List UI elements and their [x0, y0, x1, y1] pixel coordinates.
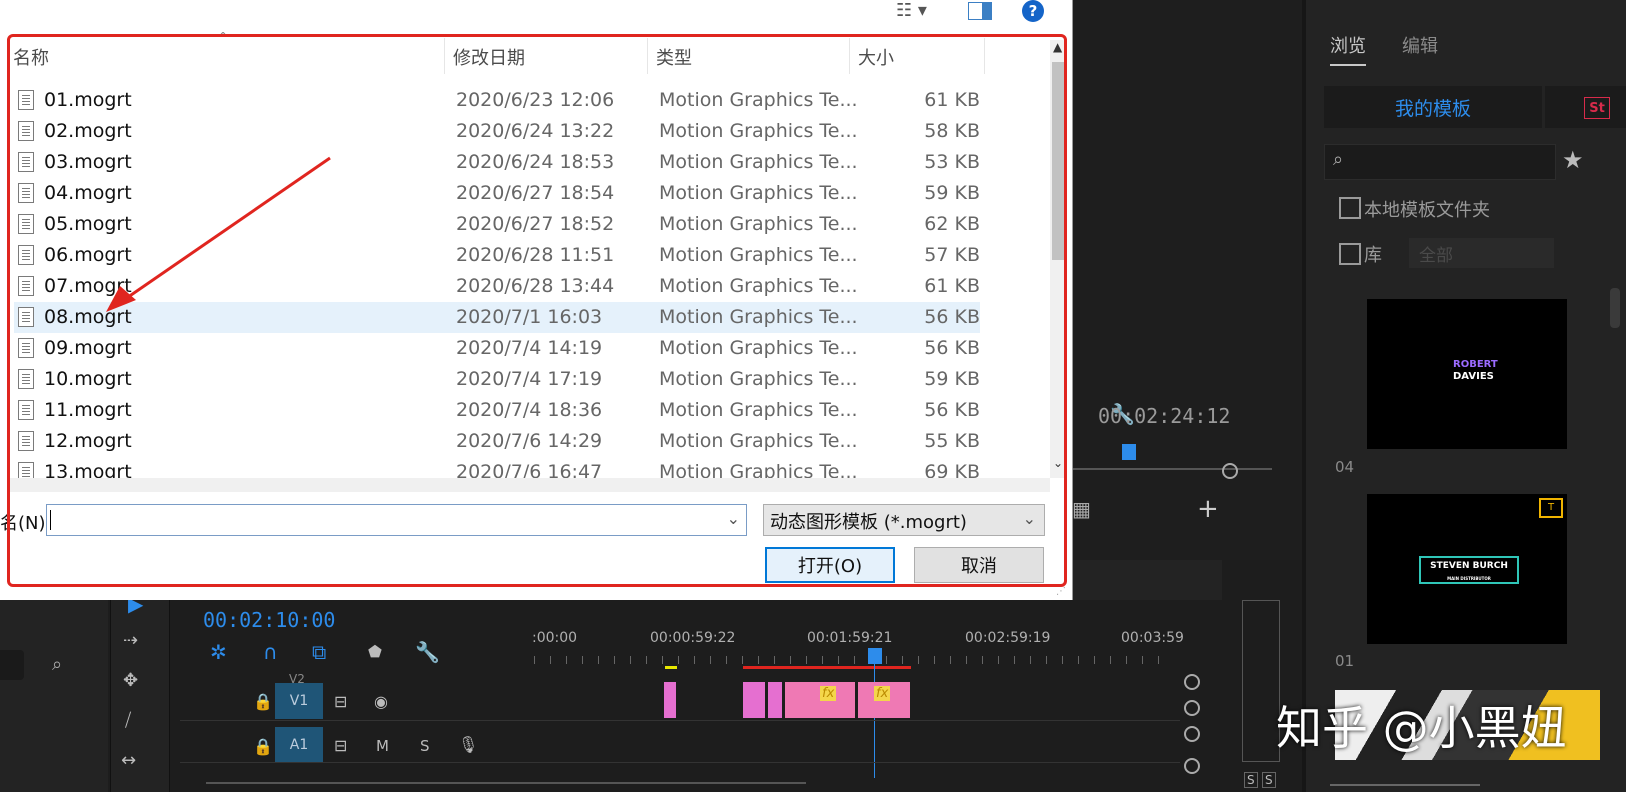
project-search-input[interactable] [0, 650, 24, 680]
video-clip[interactable] [743, 682, 765, 718]
arrow-shaft [117, 156, 331, 306]
template-search-input[interactable]: ⌕ [1324, 144, 1556, 180]
tools-panel: ▶ ⇢ ✥ ⧸ ↔ [110, 592, 170, 792]
library-checkbox[interactable] [1339, 243, 1361, 265]
search-icon: ⌕ [1333, 149, 1344, 170]
timeline-panel [0, 600, 1302, 792]
linked-selection-icon[interactable]: ⧉ [312, 640, 326, 664]
work-area-bar[interactable] [743, 666, 911, 669]
solo-button[interactable]: S [420, 737, 430, 755]
track-select-tool-icon[interactable]: ⇢ [123, 630, 138, 651]
playhead[interactable] [868, 648, 882, 664]
track-height-handle[interactable] [1184, 758, 1200, 774]
microphone-icon[interactable]: 🎙 [458, 735, 478, 754]
thumbnail-caption: 04 [1335, 458, 1355, 476]
eye-icon[interactable]: ◉ [374, 692, 388, 711]
video-clip[interactable] [768, 682, 782, 718]
ruler-tick-label: :00:00 [532, 630, 578, 646]
razor-tool-icon[interactable]: ⧸ [125, 710, 131, 731]
track-divider [180, 762, 1180, 763]
ripple-edit-tool-icon[interactable]: ✥ [123, 670, 138, 691]
sync-lock-icon[interactable]: ⊟ [334, 736, 347, 755]
track-target-a1[interactable]: A1 [275, 727, 323, 763]
nest-toggle-icon[interactable]: ✲ [210, 640, 227, 664]
video-clip[interactable] [664, 682, 676, 718]
in-point-marker [665, 666, 677, 669]
playhead-marker[interactable] [1122, 444, 1136, 460]
annotation-arrow [106, 156, 331, 312]
sync-lock-icon[interactable]: ⊟ [334, 692, 347, 711]
library-label: 库 [1364, 245, 1382, 266]
find-icon[interactable]: ⌕ [52, 654, 62, 675]
ruler-tick-label: 00:03:59 [1121, 630, 1184, 646]
fx-badge: fx [820, 686, 837, 701]
warning-text-icon: T [1539, 498, 1563, 518]
fx-badge: fx [874, 686, 891, 701]
project-panel-strip: ⌕ [0, 600, 108, 792]
thumbnail-subtitle: DAVIES [1453, 371, 1494, 382]
time-ruler[interactable] [534, 656, 1174, 664]
timeline-settings-wrench-icon[interactable]: 🔧 [415, 640, 440, 664]
thumbnail-size-slider[interactable] [1330, 784, 1480, 786]
solo-channel-button[interactable]: S [1262, 772, 1276, 788]
library-dropdown[interactable]: 全部 [1409, 238, 1554, 268]
timeline-horizontal-scrollbar[interactable] [206, 782, 806, 784]
local-folder-label: 本地模板文件夹 [1364, 200, 1490, 221]
track-height-handle[interactable] [1184, 726, 1200, 742]
slip-tool-icon[interactable]: ↔ [121, 750, 136, 771]
track-height-handle[interactable] [1184, 700, 1200, 716]
thumbnail-subtitle-text: MAIN DISTRIBUTOR [1447, 576, 1491, 581]
ruler-tick-label: 00:01:59:21 [807, 630, 893, 646]
program-timecode: 00:02:24:12 [1098, 404, 1231, 428]
export-frame-icon[interactable]: ▦ [1072, 497, 1091, 521]
monitor-scrubber[interactable] [1072, 468, 1272, 470]
watermark-text: 知乎 @小黑妞 [1276, 701, 1567, 755]
snap-magnet-icon[interactable]: ∩ [263, 640, 278, 664]
track-height-handle[interactable] [1184, 674, 1200, 690]
meter-bar [1242, 600, 1280, 762]
track-divider [180, 720, 1180, 721]
local-folder-checkbox[interactable] [1339, 197, 1361, 219]
favorites-star-icon[interactable]: ★ [1562, 146, 1584, 174]
thumbnail-title: ROBERT [1453, 359, 1498, 370]
add-marker-icon[interactable]: ⬟ [368, 642, 382, 661]
arrow-head [106, 286, 136, 312]
ruler-tick-label: 00:02:59:19 [965, 630, 1051, 646]
lock-icon[interactable]: 🔒 [253, 737, 273, 756]
track-target-v1[interactable]: V1 [275, 683, 323, 719]
panel-scrollbar[interactable] [1610, 288, 1620, 328]
program-monitor-controls: 🔧 00:02:24:12 ▦ + [1072, 400, 1302, 560]
thumbnail-caption: 01 [1335, 652, 1355, 670]
lock-icon[interactable]: 🔒 [253, 692, 273, 711]
thumbnail-title: STEVEN BURCH MAIN DISTRIBUTOR [1419, 556, 1519, 584]
adobe-stock-icon[interactable]: St [1584, 97, 1610, 119]
timeline-timecode[interactable]: 00:02:10:00 [203, 608, 335, 632]
my-templates-tab[interactable]: 我的模板 [1324, 86, 1542, 128]
ruler-tick-label: 00:00:59:22 [650, 630, 736, 646]
template-thumbnail[interactable]: T STEVEN BURCH MAIN DISTRIBUTOR [1367, 494, 1567, 644]
tab-browse[interactable]: 浏览 [1330, 32, 1366, 66]
add-button-icon[interactable]: + [1197, 494, 1219, 524]
template-thumbnail[interactable]: ROBERT DAVIES [1367, 299, 1567, 449]
tab-edit[interactable]: 编辑 [1402, 32, 1438, 58]
thumbnail-title-text: STEVEN BURCH [1430, 561, 1508, 571]
solo-channel-button[interactable]: S [1244, 772, 1258, 788]
mute-button[interactable]: M [376, 737, 389, 755]
scrubber-end-handle[interactable] [1222, 463, 1238, 479]
